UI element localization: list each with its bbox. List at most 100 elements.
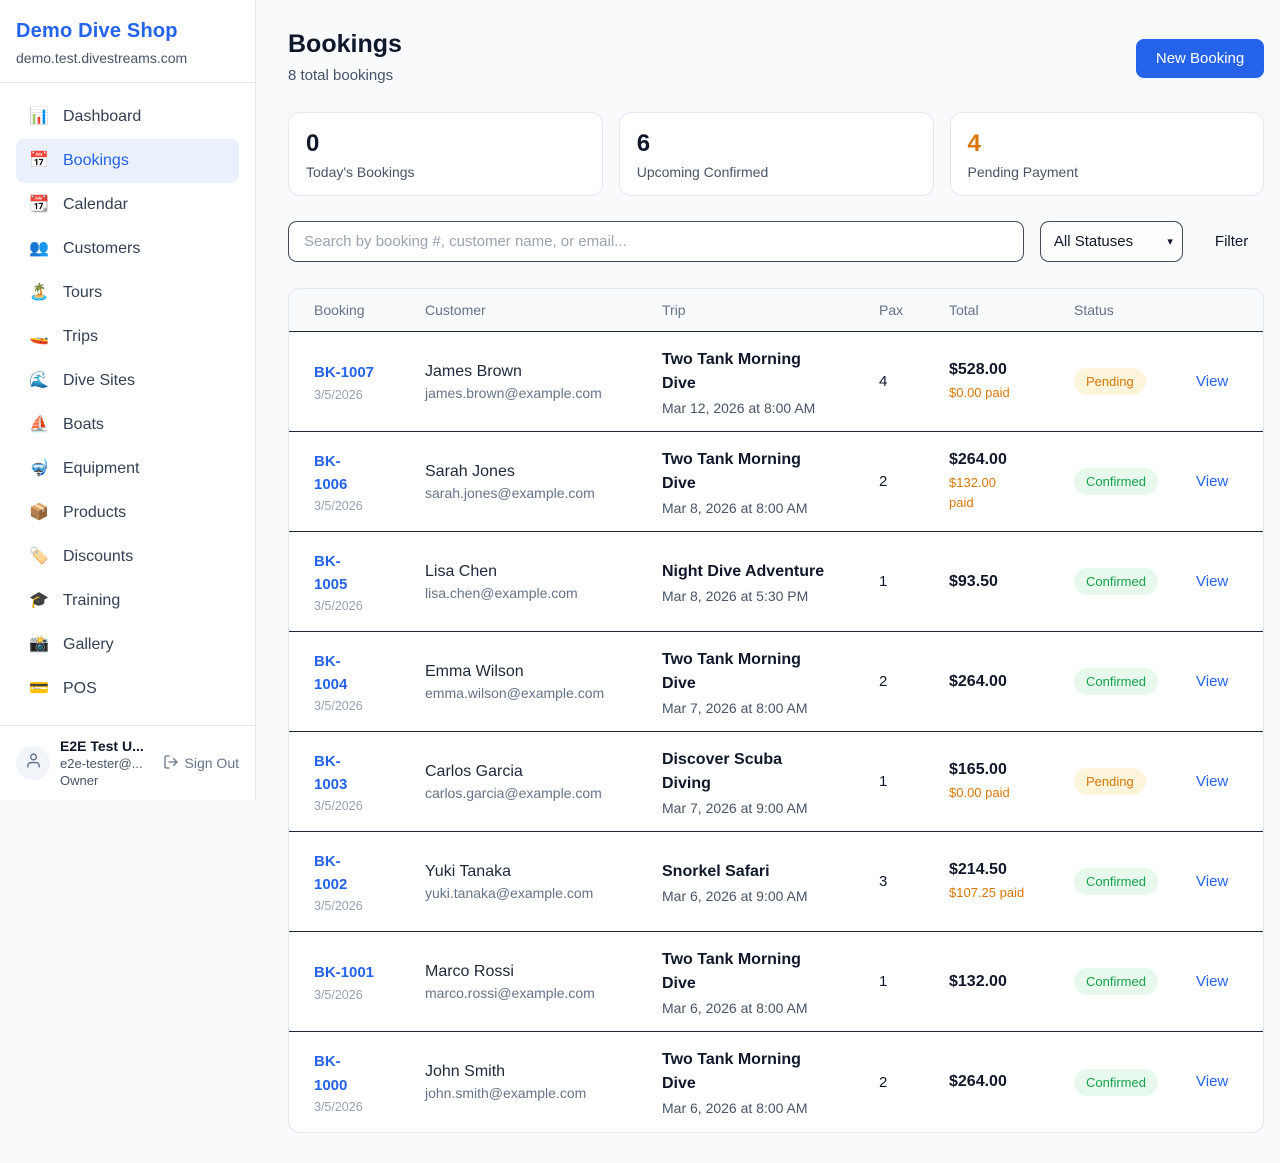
booking-date: 3/5/2026 [314, 599, 415, 613]
paid-amount: $0.00 paid [949, 383, 1064, 403]
customer-name: Sarah Jones [425, 463, 652, 481]
sidebar-item-boats[interactable]: ⛵Boats [16, 403, 239, 447]
customer-email: marco.rossi@example.com [425, 985, 652, 1001]
new-booking-button[interactable]: New Booking [1136, 39, 1264, 78]
status-cell: Confirmed [1074, 568, 1196, 595]
sidebar-item-dive-sites[interactable]: 🌊Dive Sites [16, 359, 239, 403]
booking-date: 3/5/2026 [314, 899, 415, 913]
page-header: Bookings 8 total bookings New Booking [288, 30, 1264, 84]
view-cell: View [1196, 973, 1238, 991]
user-block: E2E Test U... e2e-tester@... Owner Sign … [0, 725, 255, 800]
booking-id-link[interactable]: BK- 1006 [314, 453, 347, 493]
booking-cell: BK- 10033/5/2026 [314, 750, 425, 814]
sidebar-item-label: Calendar [63, 196, 128, 214]
logout-icon [163, 754, 179, 773]
customer-name: Yuki Tanaka [425, 863, 652, 881]
table-body: BK-10073/5/2026James Brownjames.brown@ex… [289, 332, 1263, 1132]
booking-id-link[interactable]: BK- 1002 [314, 853, 347, 893]
customer-email: john.smith@example.com [425, 1085, 652, 1101]
sidebar-item-label: Bookings [63, 152, 129, 170]
paid-amount: $107.25 paid [949, 883, 1064, 903]
pax-count: 1 [879, 773, 949, 790]
customer-cell: John Smithjohn.smith@example.com [425, 1063, 662, 1101]
view-link[interactable]: View [1196, 673, 1228, 690]
booking-date: 3/5/2026 [314, 388, 415, 402]
sidebar-item-customers[interactable]: 👥Customers [16, 227, 239, 271]
column-header-booking: Booking [314, 302, 425, 318]
booking-id-link[interactable]: BK- 1003 [314, 753, 347, 793]
table-row: BK-10013/5/2026Marco Rossimarco.rossi@ex… [289, 932, 1263, 1032]
sidebar-item-label: Training [63, 592, 120, 610]
table-row: BK- 10023/5/2026Yuki Tanakayuki.tanaka@e… [289, 832, 1263, 932]
view-link[interactable]: View [1196, 973, 1228, 990]
sidebar-item-equipment[interactable]: 🤿Equipment [16, 447, 239, 491]
sidebar-item-label: Trips [63, 328, 98, 346]
sign-out-button[interactable]: Sign Out [163, 754, 239, 773]
sidebar-item-trips[interactable]: 🚤Trips [16, 315, 239, 359]
booking-id-link[interactable]: BK-1007 [314, 364, 374, 381]
view-cell: View [1196, 773, 1238, 791]
sidebar-item-label: Dashboard [63, 108, 141, 126]
customer-name: Carlos Garcia [425, 763, 652, 781]
customer-email: james.brown@example.com [425, 385, 652, 401]
sidebar-item-training[interactable]: 🎓Training [16, 579, 239, 623]
avatar [16, 746, 50, 780]
customer-cell: Marco Rossimarco.rossi@example.com [425, 963, 662, 1001]
stat-card-pending-payment: 4 Pending Payment [950, 112, 1265, 196]
sidebar: Demo Dive Shop demo.test.divestreams.com… [0, 0, 256, 800]
trip-name: Two Tank Morning Dive [662, 648, 869, 696]
table-row: BK- 10033/5/2026Carlos Garciacarlos.garc… [289, 732, 1263, 832]
customer-cell: Carlos Garciacarlos.garcia@example.com [425, 763, 662, 801]
column-header-total: Total [949, 302, 1074, 318]
total-amount: $165.00 [949, 761, 1064, 779]
bookings-icon: 📅 [28, 153, 50, 169]
view-link[interactable]: View [1196, 1073, 1228, 1090]
customer-email: sarah.jones@example.com [425, 485, 652, 501]
status-filter-select[interactable]: All Statuses [1040, 221, 1183, 262]
stat-label: Upcoming Confirmed [637, 164, 916, 180]
sidebar-item-tours[interactable]: 🏝️Tours [16, 271, 239, 315]
booking-id-link[interactable]: BK-1001 [314, 964, 374, 981]
booking-id-link[interactable]: BK- 1004 [314, 653, 347, 693]
search-input[interactable] [288, 221, 1024, 262]
table-header: Booking Customer Trip Pax Total Status [289, 289, 1263, 332]
view-link[interactable]: View [1196, 773, 1228, 790]
brand-domain: demo.test.divestreams.com [16, 50, 239, 66]
user-email: e2e-tester@... [60, 756, 153, 771]
sidebar-item-calendar[interactable]: 📆Calendar [16, 183, 239, 227]
sidebar-item-discounts[interactable]: 🏷️Discounts [16, 535, 239, 579]
sidebar-item-products[interactable]: 📦Products [16, 491, 239, 535]
sidebar-item-bookings[interactable]: 📅 Bookings [16, 139, 239, 183]
booking-id-link[interactable]: BK- 1000 [314, 1053, 347, 1093]
total-amount: $214.50 [949, 861, 1064, 879]
sidebar-item-pos[interactable]: 💳POS [16, 667, 239, 711]
trip-datetime: Mar 6, 2026 at 9:00 AM [662, 888, 869, 904]
total-cell: $132.00 [949, 973, 1074, 991]
view-link[interactable]: View [1196, 473, 1228, 490]
booking-id-link[interactable]: BK- 1005 [314, 553, 347, 593]
status-cell: Confirmed [1074, 1069, 1196, 1096]
view-link[interactable]: View [1196, 873, 1228, 890]
total-cell: $165.00$0.00 paid [949, 761, 1074, 803]
filter-button[interactable]: Filter [1199, 233, 1264, 250]
status-filter: All Statuses ▾ [1040, 221, 1183, 262]
booking-cell: BK- 10063/5/2026 [314, 450, 425, 514]
total-cell: $264.00$132.00 paid [949, 451, 1074, 512]
dashboard-icon: 📊 [28, 109, 50, 125]
sign-out-label: Sign Out [185, 755, 239, 771]
trip-datetime: Mar 6, 2026 at 8:00 AM [662, 1100, 869, 1116]
total-cell: $214.50 $107.25 paid [949, 861, 1074, 903]
customer-email: lisa.chen@example.com [425, 585, 652, 601]
trip-name: Two Tank Morning Dive [662, 348, 869, 396]
trip-datetime: Mar 8, 2026 at 8:00 AM [662, 500, 869, 516]
view-link[interactable]: View [1196, 373, 1228, 390]
bookings-table: Booking Customer Trip Pax Total Status B… [288, 288, 1264, 1133]
column-header-customer: Customer [425, 302, 662, 318]
filter-row: All Statuses ▾ Filter [288, 221, 1264, 262]
view-link[interactable]: View [1196, 573, 1228, 590]
customer-cell: Emma Wilsonemma.wilson@example.com [425, 663, 662, 701]
sidebar-item-dashboard[interactable]: 📊 Dashboard [16, 95, 239, 139]
sidebar-item-label: Customers [63, 240, 140, 258]
sidebar-item-gallery[interactable]: 📸Gallery [16, 623, 239, 667]
total-cell: $528.00$0.00 paid [949, 361, 1074, 403]
